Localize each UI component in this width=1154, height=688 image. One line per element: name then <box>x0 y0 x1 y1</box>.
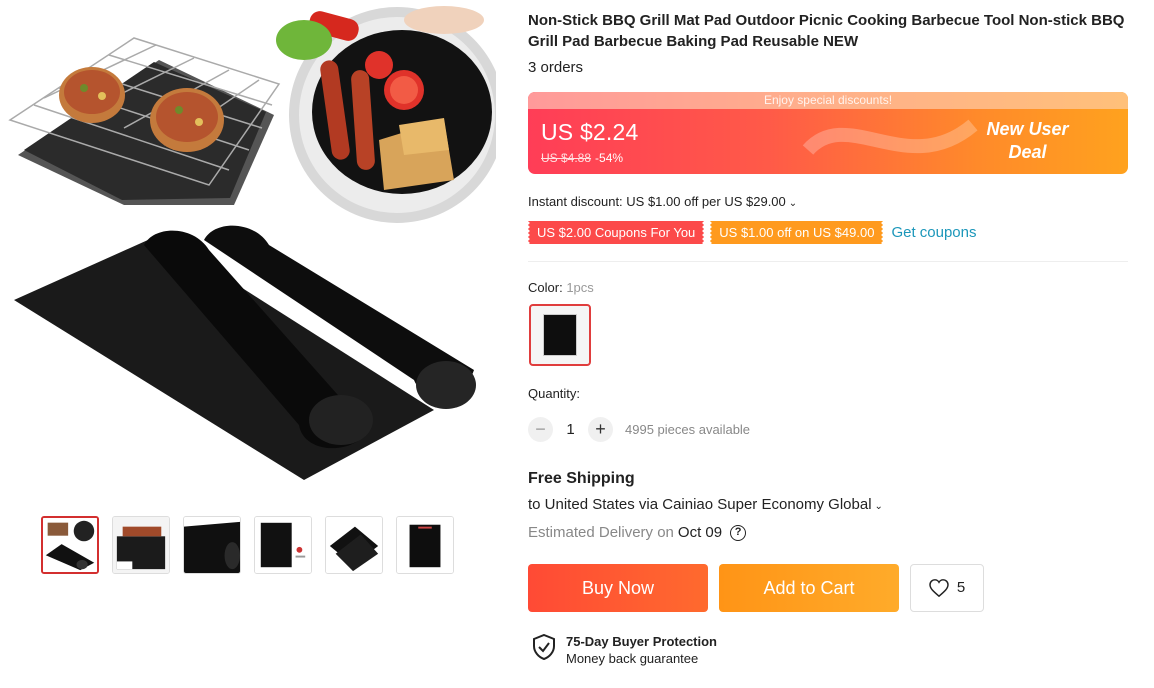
main-product-image[interactable] <box>4 0 496 498</box>
thumbnail-5[interactable] <box>325 516 383 574</box>
color-selected-value: 1pcs <box>566 280 594 295</box>
section-divider <box>528 261 1128 262</box>
deal-swirl-decoration <box>802 119 978 156</box>
color-option-1pcs[interactable] <box>529 304 591 366</box>
color-label: Color: 1pcs <box>528 280 594 295</box>
thumbnail-3[interactable] <box>183 516 241 574</box>
new-user-deal-badge: New User Deal <box>975 118 1080 164</box>
quantity-input[interactable]: 1 <box>553 421 588 438</box>
product-gallery <box>0 0 500 688</box>
discount-banner-text: Enjoy special discounts! <box>528 92 1128 109</box>
wishlist-count: 5 <box>956 579 966 596</box>
coupon-store-discount[interactable]: US $1.00 off on US $49.00 <box>710 221 884 244</box>
coupon-row: US $2.00 Coupons For You US $1.00 off on… <box>528 221 977 244</box>
delivery-date: Oct 09 <box>677 524 723 541</box>
thumbnail-1[interactable] <box>41 516 99 574</box>
price-banner: Enjoy special discounts! US $2.24 US $4.… <box>528 92 1128 174</box>
help-icon[interactable]: ? <box>730 524 747 541</box>
coupon-for-you[interactable]: US $2.00 Coupons For You <box>528 221 705 244</box>
quantity-decrease-button[interactable]: − <box>528 417 553 442</box>
color-label-text: Color: <box>528 280 563 295</box>
quantity-label: Quantity: <box>528 386 581 401</box>
deal-line-1: New User <box>986 119 1069 139</box>
wishlist-button[interactable]: 5 <box>910 564 984 612</box>
chevron-down-icon: ⌄ <box>788 198 798 209</box>
rolled-mats-illustration <box>14 225 476 480</box>
buy-now-button[interactable]: Buy Now <box>528 564 708 612</box>
protection-subtitle: Money back guarantee <box>566 651 699 666</box>
instant-discount[interactable]: Instant discount: US $1.00 off per US $2… <box>528 194 797 209</box>
thumbnail-6[interactable] <box>396 516 454 574</box>
oven-rack-illustration <box>8 37 281 205</box>
estimated-delivery: Estimated Delivery on Oct 09 ? <box>528 524 747 541</box>
current-price: US $2.24 <box>541 119 639 145</box>
swatch-image <box>543 314 577 356</box>
protection-title: 75-Day Buyer Protection <box>566 634 717 649</box>
shipping-method[interactable]: to United States via Cainiao Super Econo… <box>528 496 883 513</box>
stock-available: 4995 pieces available <box>625 422 751 437</box>
get-coupons-link[interactable]: Get coupons <box>891 224 976 241</box>
product-title: Non-Stick BBQ Grill Mat Pad Outdoor Picn… <box>528 12 1125 50</box>
discount-percent: -54% <box>595 151 624 165</box>
heart-icon <box>929 579 949 597</box>
add-to-cart-button[interactable]: Add to Cart <box>719 564 899 612</box>
original-price: US $4.88 <box>541 151 592 165</box>
product-info-panel: Non-Stick BBQ Grill Mat Pad Outdoor Picn… <box>528 10 1128 666</box>
shield-check-icon <box>533 634 555 660</box>
quantity-increase-button[interactable]: + <box>588 417 613 442</box>
shipping-title: Free Shipping <box>528 470 635 487</box>
original-price-row: US $4.88 -54% <box>541 151 623 165</box>
grill-plate-illustration <box>276 6 496 223</box>
protection-text: 75-Day Buyer Protection Money back guara… <box>566 634 717 666</box>
thumbnail-4[interactable] <box>254 516 312 574</box>
deal-line-2: Deal <box>1008 142 1047 162</box>
order-count: 3 orders <box>528 59 584 76</box>
shipping-method-text: to United States via Cainiao Super Econo… <box>528 496 872 513</box>
delivery-label: Estimated Delivery on <box>528 524 674 541</box>
buyer-protection: 75-Day Buyer Protection Money back guara… <box>532 634 717 666</box>
action-buttons: Buy Now Add to Cart 5 <box>528 564 984 612</box>
instant-discount-text: Instant discount: US $1.00 off per US $2… <box>528 194 786 209</box>
thumbnail-strip <box>41 516 454 574</box>
quantity-stepper: − 1 + 4995 pieces available <box>528 417 750 442</box>
thumbnail-2[interactable] <box>112 516 170 574</box>
chevron-down-icon: ⌄ <box>874 501 883 512</box>
